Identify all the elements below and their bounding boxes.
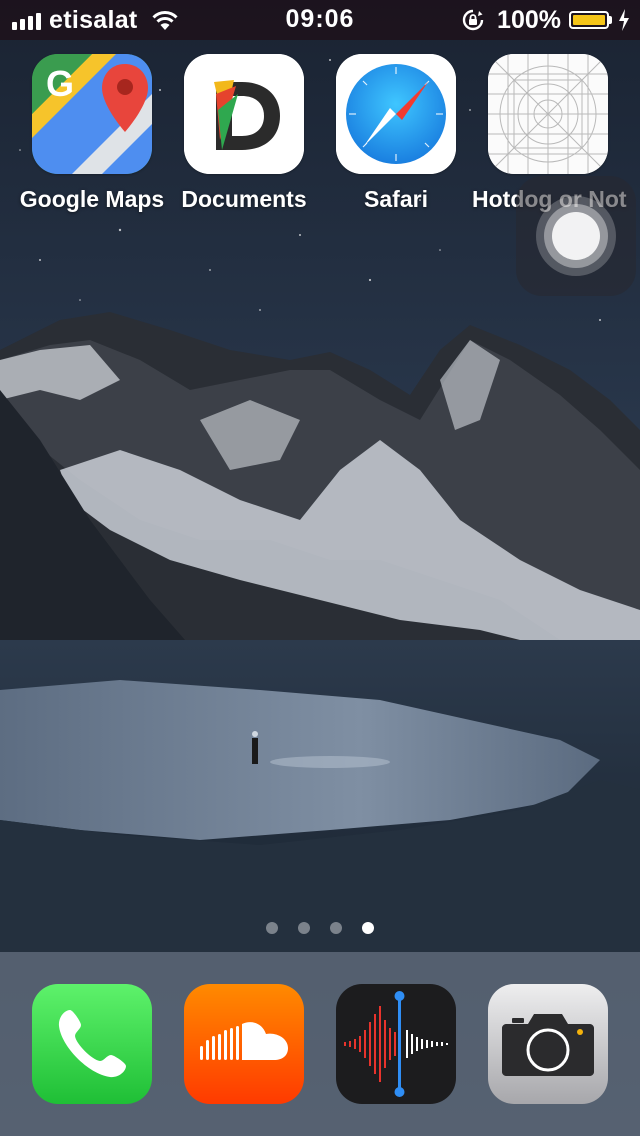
assistive-touch-button[interactable] <box>516 176 636 296</box>
battery-percentage: 100% <box>497 5 561 34</box>
dock-app-phone[interactable] <box>32 984 152 1104</box>
battery-nub <box>609 16 612 24</box>
dock-app-voice-memos[interactable] <box>336 984 456 1104</box>
documents-icon <box>184 54 304 174</box>
battery-level <box>573 15 605 25</box>
battery-icon <box>569 11 609 29</box>
status-bar-right: 100% <box>461 6 630 34</box>
app-label: Safari <box>364 186 428 212</box>
status-bar: etisalat 09:06 100% <box>0 0 640 40</box>
svg-text:G: G <box>46 63 74 104</box>
phone-icon <box>32 984 152 1104</box>
assistive-touch-ring-inner <box>552 212 600 260</box>
page-dot-3[interactable] <box>330 922 342 934</box>
camera-icon <box>488 984 608 1104</box>
app-label: Google Maps <box>19 186 165 212</box>
voice-memos-icon <box>336 984 456 1104</box>
safari-icon <box>336 54 456 174</box>
page-dot-1[interactable] <box>266 922 278 934</box>
charging-icon <box>619 9 629 31</box>
soundcloud-icon <box>184 984 304 1104</box>
hotdog-or-not-icon <box>488 54 608 174</box>
app-documents[interactable]: Documents <box>168 54 320 213</box>
rotation-lock-icon <box>462 9 484 31</box>
dock-app-soundcloud[interactable] <box>184 984 304 1104</box>
app-google-maps[interactable]: G Google Maps <box>16 54 168 213</box>
page-indicator[interactable] <box>0 922 640 934</box>
app-safari[interactable]: Safari <box>320 54 472 213</box>
google-maps-icon: G <box>32 54 152 174</box>
dock-app-camera[interactable] <box>488 984 608 1104</box>
page-dot-2[interactable] <box>298 922 310 934</box>
page-dot-4[interactable] <box>362 922 374 934</box>
app-label: Documents <box>181 186 307 212</box>
